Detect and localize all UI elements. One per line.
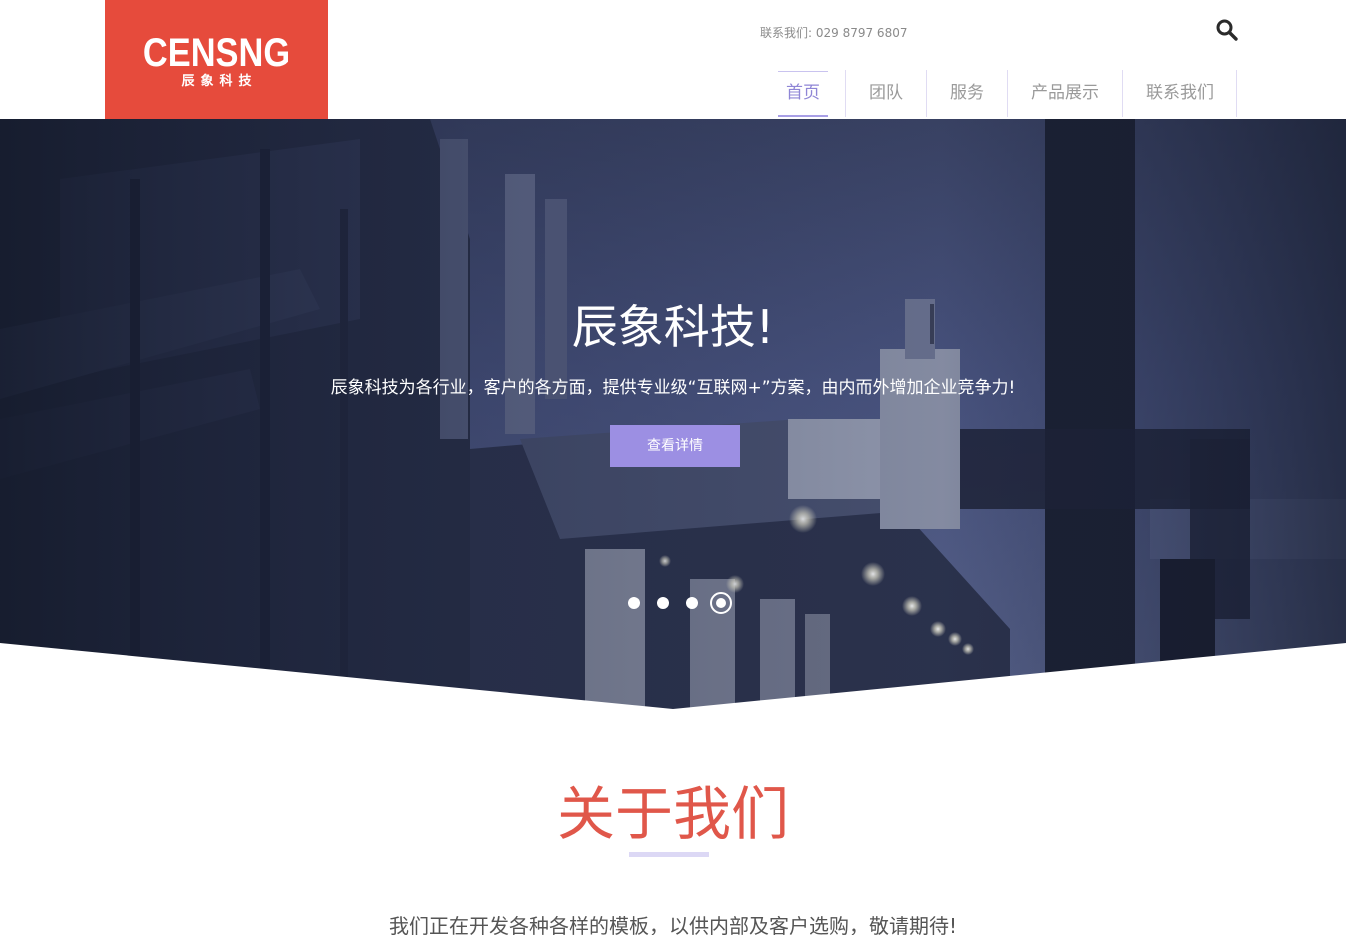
logo[interactable]: CENSNG 辰象科技 xyxy=(105,0,328,119)
nav-active-top-bar xyxy=(778,71,828,72)
about-title: 关于我们 xyxy=(556,780,789,848)
nav-item-home[interactable]: 首页 xyxy=(778,70,828,117)
nav-item-label: 首页 xyxy=(786,83,820,103)
slider-dot-1[interactable] xyxy=(628,597,640,609)
logo-wordmark: CENSNG xyxy=(142,31,291,75)
search-icon[interactable] xyxy=(1215,18,1239,42)
logo-subtitle: 辰象科技 xyxy=(181,74,258,89)
nav-item-label: 产品展示 xyxy=(1031,83,1099,103)
contact-phone: 联系我们: 029 8797 6807 xyxy=(760,26,908,40)
nav-item-team[interactable]: 团队 xyxy=(845,70,926,117)
nav-item-label: 服务 xyxy=(950,83,984,103)
nav-item-contact[interactable]: 联系我们 xyxy=(1122,70,1237,117)
main-nav: 首页 团队 服务 产品展示 联系我们 xyxy=(778,70,1237,117)
hero-subtitle: 辰象科技为各行业，客户的各方面，提供专业级“互联网+”方案，由内而外增加企业竞争… xyxy=(330,378,1016,398)
nav-item-services[interactable]: 服务 xyxy=(926,70,1007,117)
hero-background-image xyxy=(0,119,1346,709)
about-description: 我们正在开发各种各样的模板，以供内部及客户选购，敬请期待! xyxy=(388,914,958,935)
nav-active-underline xyxy=(778,115,828,117)
hero-slider: 辰象科技! 辰象科技为各行业，客户的各方面，提供专业级“互联网+”方案，由内而外… xyxy=(0,119,1346,709)
nav-item-label: 团队 xyxy=(869,83,903,103)
site-header: CENSNG 辰象科技 联系我们: 029 8797 6807 首页 团队 服务… xyxy=(0,0,1346,119)
view-details-button[interactable]: 查看详情 xyxy=(610,425,740,467)
slider-dot-4-active[interactable] xyxy=(710,592,732,614)
about-title-underline xyxy=(629,852,709,857)
nav-item-products[interactable]: 产品展示 xyxy=(1007,70,1122,117)
slider-dot-2[interactable] xyxy=(657,597,669,609)
slider-dot-3[interactable] xyxy=(686,597,698,609)
hero-title: 辰象科技! xyxy=(571,300,775,354)
nav-item-label: 联系我们 xyxy=(1146,83,1214,103)
